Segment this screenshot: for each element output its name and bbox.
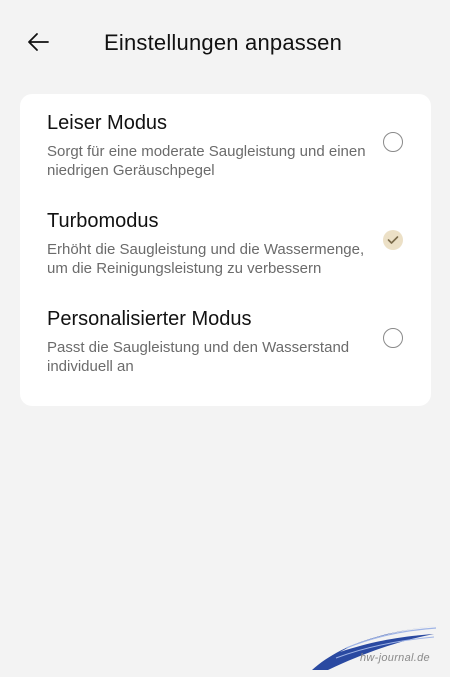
option-description: Passt die Saugleistung und den Wassersta… [47,339,350,375]
option-leiser-modus[interactable]: Leiser Modus Sorgt für eine moderate Sau… [20,94,431,192]
radio-button-selected[interactable] [383,230,403,250]
radio-button-unselected[interactable] [383,132,403,152]
option-title: Leiser Modus [47,112,168,134]
arrow-left-icon [28,33,49,51]
watermark-text: hw-journal.de [360,652,430,664]
radio-button-unselected[interactable] [383,328,403,348]
option-personalisierter-modus[interactable]: Personalisierter Modus Passt die Sauglei… [20,290,431,388]
checkmark-icon [387,236,399,244]
top-bar: Einstellungen anpassen [0,0,450,86]
option-title: Personalisierter Modus [47,308,252,330]
page-title: Einstellungen anpassen [104,30,343,55]
option-description: Erhöht die Saugleistung und die Wasserme… [47,241,365,277]
option-turbomodus[interactable]: Turbomodus Erhöht die Saugleistung und d… [20,192,431,290]
mode-options-card: Leiser Modus Sorgt für eine moderate Sau… [20,94,431,406]
option-description: Sorgt für eine moderate Saugleistung und… [47,143,366,179]
watermark-logo-icon [312,626,437,670]
option-title: Turbomodus [47,210,159,232]
back-button[interactable] [18,26,58,58]
